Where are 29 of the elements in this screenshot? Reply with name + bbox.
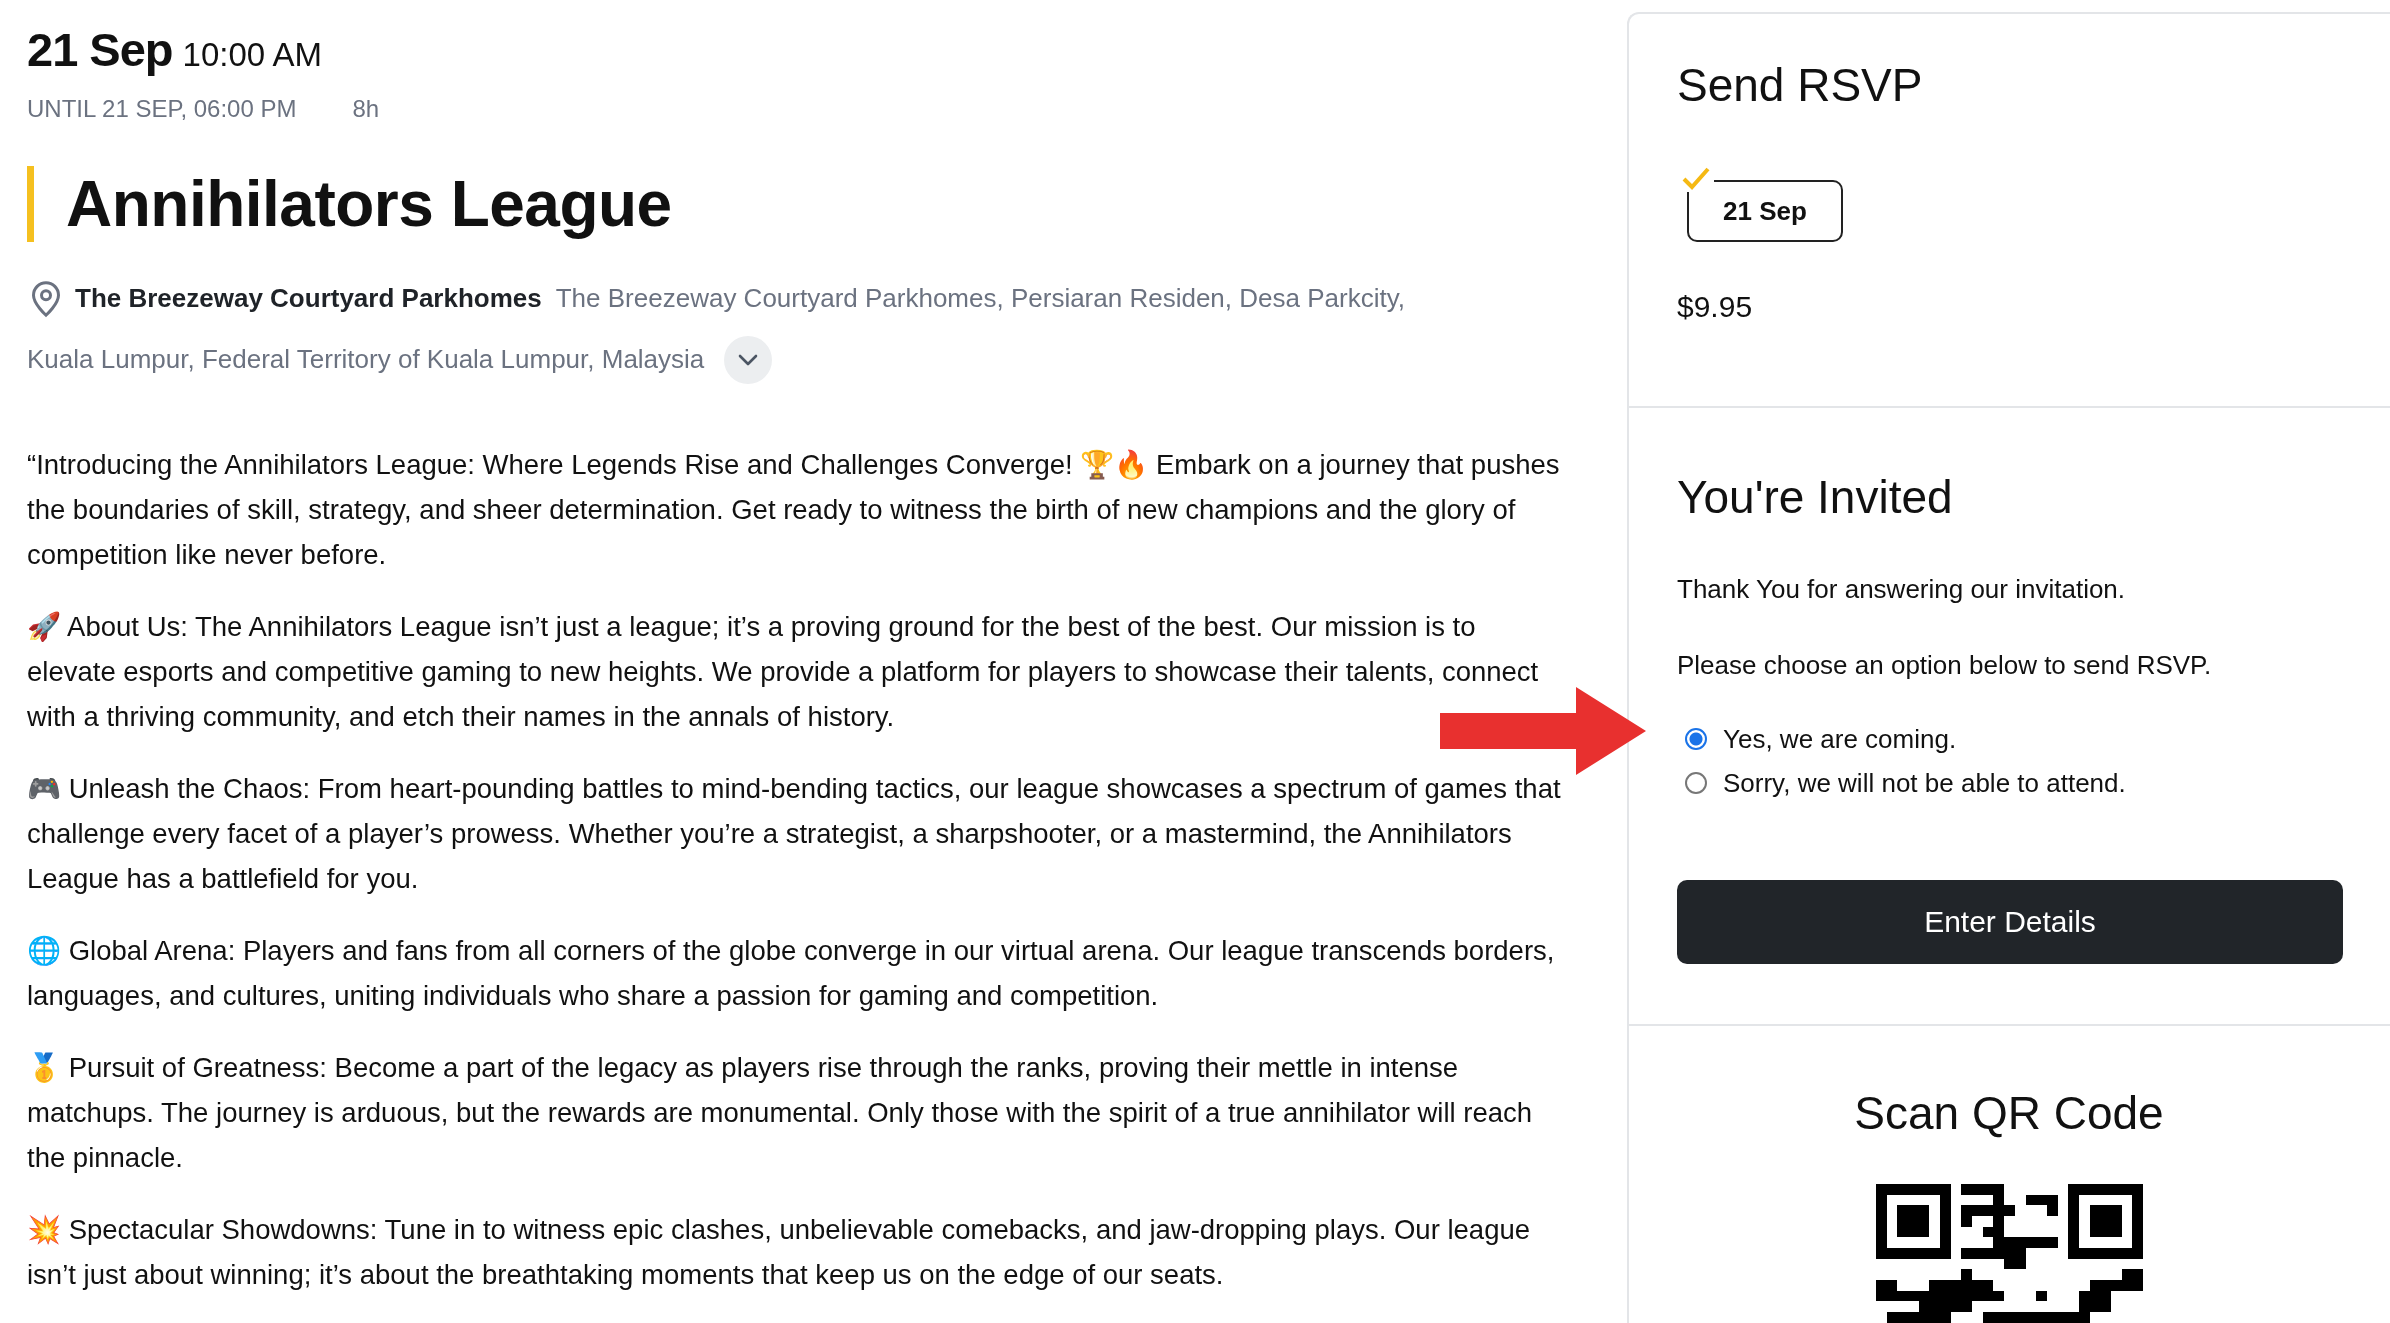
description-paragraph: 🥇 Pursuit of Greatness: Become a part of the legacy as players rise through the ranks, proving their mettle in intense matchups. The journey is arduous, but the rewards are monumental. Only those with the spirit of a true annihilator will reach the pinnacle. <box>27 1051 1534 1175</box>
end-time: UNTIL 21 SEP, 06:00 PM <box>27 95 297 123</box>
event-title: Annihilators League <box>66 167 672 241</box>
venue-address: The Breezeway Courtyard Parkhomes, Persiaran Residen, Desa Parkcity, <box>555 282 1405 315</box>
venue-name: The Breezeway Courtyard Parkhomes <box>75 282 542 315</box>
duration: 8h <box>352 95 380 123</box>
radio-button[interactable] <box>1685 772 1707 794</box>
option-label[interactable]: Yes, we are coming. <box>1723 723 1957 755</box>
option-label[interactable]: Sorry, we will not be able to attend. <box>1723 767 2126 799</box>
chevron-icon <box>738 353 759 366</box>
section-title: You're Invited <box>1677 470 1954 524</box>
description-paragraph: 🎮 Unleash the Chaos: From heart-pounding battles to mind-bending tactics, our league showcases a spectrum of games that challenge every facet of a player’s prowess. Whether you’re a strategist, a sharpshooter, or a mastermind, the Annihilators League has a battlefield for you. <box>27 772 1562 896</box>
enter-details-button[interactable]: Enter Details <box>1677 880 2343 964</box>
venue-address: Kuala Lumpur, Federal Territory of Kuala Lumpur, Malaysia <box>27 343 705 376</box>
description-paragraph: 🌐 Global Arena: Players and fans from all corners of the globe converge in our virtual arena. Our league transcends borders, languages, and cultures, uniting individuals who share a passion for gaming and competition. <box>27 934 1556 1013</box>
section-title: Send RSVP <box>1677 58 1924 112</box>
date-option[interactable]: 21 Sep <box>1687 180 1843 242</box>
description-paragraph: “Introducing the Annihilators League: Where Legends Rise and Challenges Converge! 🏆🔥 Embark on a journey that pushes the boundaries of skill, strategy, and sheer determination. Get ready to witness the birth of new champions and the glory of competition like never before. <box>27 448 1561 572</box>
event-time: 10:00 AM <box>182 36 322 74</box>
location-pin-icon <box>31 279 61 318</box>
message: Thank You for answering our invitation. <box>1677 573 2127 606</box>
description-paragraph: 💥 Spectacular Showdowns: Tune in to witness epic clashes, unbelievable comebacks, and jaw-dropping plays. Our league isn’t just about winning; it’s about the breathtaking moments that keep us on the edge of our seats. <box>27 1213 1532 1292</box>
prompt: Please choose an option below to send RSVP. <box>1677 649 2213 682</box>
checkmark-icon <box>1681 166 1711 190</box>
section-title: Scan QR Code <box>1853 1086 2165 1140</box>
radio-button[interactable] <box>1685 728 1707 750</box>
description-paragraph: 🚀 About Us: The Annihilators League isn’t just a league; it’s a proving ground for the best of the best. Our mission is to elevate esports and competitive gaming to new heights. We provide a platform for players to showcase their talents, connect with a thriving community, and etch their names in the annals of history. <box>27 610 1540 734</box>
event-date: 21 Sep <box>27 22 173 77</box>
price: $9.95 <box>1677 290 1754 324</box>
